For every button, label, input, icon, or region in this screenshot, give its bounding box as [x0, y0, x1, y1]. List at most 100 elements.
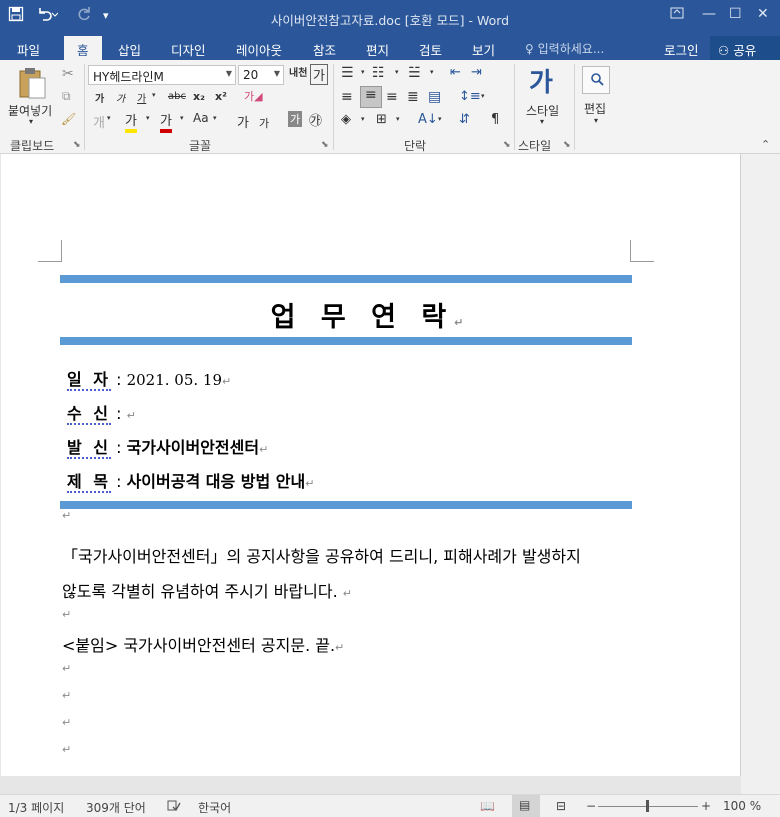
read-mode-icon[interactable]: 📖 [480, 799, 495, 813]
language[interactable]: 한국어 [198, 799, 231, 816]
paste-icon[interactable] [17, 66, 47, 103]
maximize-icon[interactable]: ☐ [729, 6, 742, 22]
tell-me-input[interactable]: ♀ 입력하세요... [525, 40, 604, 57]
text-direction-icon[interactable]: ⇵ [459, 112, 470, 127]
share-button[interactable]: ⚇ 공유 [710, 36, 780, 60]
show-paragraph-marks-icon[interactable]: ¶ [491, 112, 499, 127]
tab-file[interactable]: 파일 [17, 40, 40, 59]
page-count[interactable]: 1/3 페이지 [8, 799, 64, 816]
numbering-dropdown-icon[interactable]: ▾ [395, 68, 399, 76]
separator [574, 64, 575, 150]
cut-icon[interactable]: ✂ [62, 66, 74, 82]
borders-dropdown-icon[interactable]: ▾ [396, 115, 400, 123]
increase-indent-icon[interactable]: ⇥ [471, 65, 482, 80]
text-effects-dropdown-icon[interactable]: ▾ [107, 114, 111, 122]
ribbon-display-icon[interactable] [670, 6, 684, 24]
line-spacing-icon[interactable]: ↕≡ [459, 89, 481, 104]
font-size-combo[interactable]: 20 ▼ [238, 65, 284, 85]
phonetic-guide-icon[interactable]: 내천 [289, 64, 307, 79]
tab-references[interactable]: 참조 [313, 40, 336, 59]
multilevel-dropdown-icon[interactable]: ▾ [430, 68, 434, 76]
multilevel-list-icon[interactable]: ☱ [408, 65, 421, 81]
enclosed-character-icon[interactable]: ㉮ [309, 110, 322, 129]
line-spacing-dropdown-icon[interactable]: ▾ [481, 92, 485, 100]
borders-icon[interactable]: ⊞ [376, 112, 387, 127]
format-painter-icon[interactable]: 🖌 [61, 112, 76, 126]
search-icon[interactable] [582, 66, 610, 94]
paragraph-mark: ↵ [62, 689, 72, 702]
field-subject-value: 사이버공격 대응 방법 안내 [126, 472, 306, 491]
word-count[interactable]: 309개 단어 [86, 799, 146, 816]
character-shading-icon[interactable]: 가 [288, 111, 303, 127]
font-color-dropdown-icon[interactable]: ▾ [180, 114, 184, 122]
underline-icon[interactable]: 가 [137, 90, 146, 105]
decrease-indent-icon[interactable]: ⇤ [450, 65, 461, 80]
field-subject: 제 목 : 사이버공격 대응 방법 안내↵ [67, 468, 315, 493]
bullets-icon[interactable]: ☰ [341, 65, 354, 81]
zoom-in-icon[interactable]: + [701, 799, 711, 813]
field-recipient-label: 수 신 [67, 404, 112, 425]
login-button[interactable]: 로그인 [664, 40, 699, 59]
numbering-icon[interactable]: ☷ [372, 65, 385, 81]
print-layout-icon[interactable]: ▤ [512, 795, 540, 817]
strikethrough-icon[interactable]: abc [168, 91, 186, 102]
lightbulb-icon: ♀ [525, 42, 534, 56]
shading-dropdown-icon[interactable]: ▾ [361, 115, 365, 123]
web-layout-icon[interactable]: ⊟ [556, 799, 566, 813]
shading-icon[interactable]: ◈ [341, 112, 351, 127]
font-name-combo[interactable]: HY헤드라인M ▼ [88, 65, 236, 85]
editing-button-label[interactable]: 편집 [584, 100, 606, 117]
bold-icon[interactable]: 가 [95, 90, 104, 105]
text-effects-icon[interactable]: 개 [93, 112, 105, 131]
close-icon[interactable]: ✕ [757, 6, 769, 22]
tab-home[interactable]: 홈 [64, 36, 102, 60]
justify-icon[interactable]: ≣ [407, 89, 419, 105]
collapse-ribbon-icon[interactable]: ⌃ [761, 138, 770, 151]
vertical-scrollbar[interactable] [741, 154, 780, 794]
paste-dropdown-icon[interactable]: ▾ [29, 117, 33, 126]
sort-dropdown-icon[interactable]: ▾ [438, 115, 442, 123]
clipboard-launcher-icon[interactable]: ⬊ [73, 140, 81, 150]
underline-dropdown-icon[interactable]: ▾ [152, 91, 156, 99]
tab-insert[interactable]: 삽입 [118, 40, 141, 59]
bullets-dropdown-icon[interactable]: ▾ [361, 68, 365, 76]
copy-icon[interactable]: ⧉ [62, 89, 71, 104]
align-right-icon[interactable]: ≡ [386, 89, 398, 105]
tab-view[interactable]: 보기 [472, 40, 495, 59]
highlight-icon[interactable]: 가 [125, 110, 137, 133]
styles-launcher-icon[interactable]: ⬊ [563, 140, 571, 150]
sort-icon[interactable]: A↓ [418, 112, 438, 127]
font-launcher-icon[interactable]: ⬊ [321, 140, 329, 150]
zoom-slider-thumb[interactable] [646, 800, 649, 812]
enclose-characters-icon[interactable]: 가 [310, 64, 328, 85]
clear-formatting-icon[interactable]: 가◢ [244, 88, 263, 104]
tab-layout[interactable]: 레이아웃 [236, 40, 282, 59]
highlight-dropdown-icon[interactable]: ▾ [146, 114, 150, 122]
shrink-font-icon[interactable]: 가 [259, 115, 269, 131]
subscript-icon[interactable]: x₂ [193, 90, 205, 103]
zoom-level[interactable]: 100 % [723, 799, 761, 813]
align-left-icon[interactable]: ≡ [341, 89, 353, 105]
field-date-label: 일 자 [67, 370, 112, 391]
font-color-icon[interactable]: 가 [160, 110, 172, 133]
proofing-icon[interactable] [167, 799, 181, 815]
minimize-icon[interactable]: — [702, 6, 716, 22]
zoom-out-icon[interactable]: − [586, 799, 596, 813]
paragraph-mark: ↵ [305, 477, 315, 490]
font-size-value: 20 [243, 68, 259, 82]
distributed-icon[interactable]: ▤ [428, 89, 441, 105]
editing-dropdown-icon[interactable]: ▾ [594, 116, 598, 125]
styles-dropdown-icon[interactable]: ▾ [540, 117, 544, 126]
document-page[interactable]: 업 무 연 락↵ 일 자 : 2021. 05. 19↵ 수 신 : ↵ 발 신… [1, 154, 741, 776]
change-case-icon[interactable]: Aa [193, 111, 209, 125]
paragraph-launcher-icon[interactable]: ⬊ [503, 140, 511, 150]
center-align-icon[interactable]: ≡ [360, 86, 382, 108]
change-case-dropdown-icon[interactable]: ▾ [213, 114, 217, 122]
tab-design[interactable]: 디자인 [171, 40, 206, 59]
italic-icon[interactable]: 가 [116, 90, 125, 105]
grow-font-icon[interactable]: 가 [237, 112, 249, 131]
styles-icon[interactable]: 가 [529, 62, 553, 99]
tab-mailings[interactable]: 편지 [366, 40, 389, 59]
tab-review[interactable]: 검토 [419, 40, 442, 59]
superscript-icon[interactable]: x² [215, 90, 227, 103]
